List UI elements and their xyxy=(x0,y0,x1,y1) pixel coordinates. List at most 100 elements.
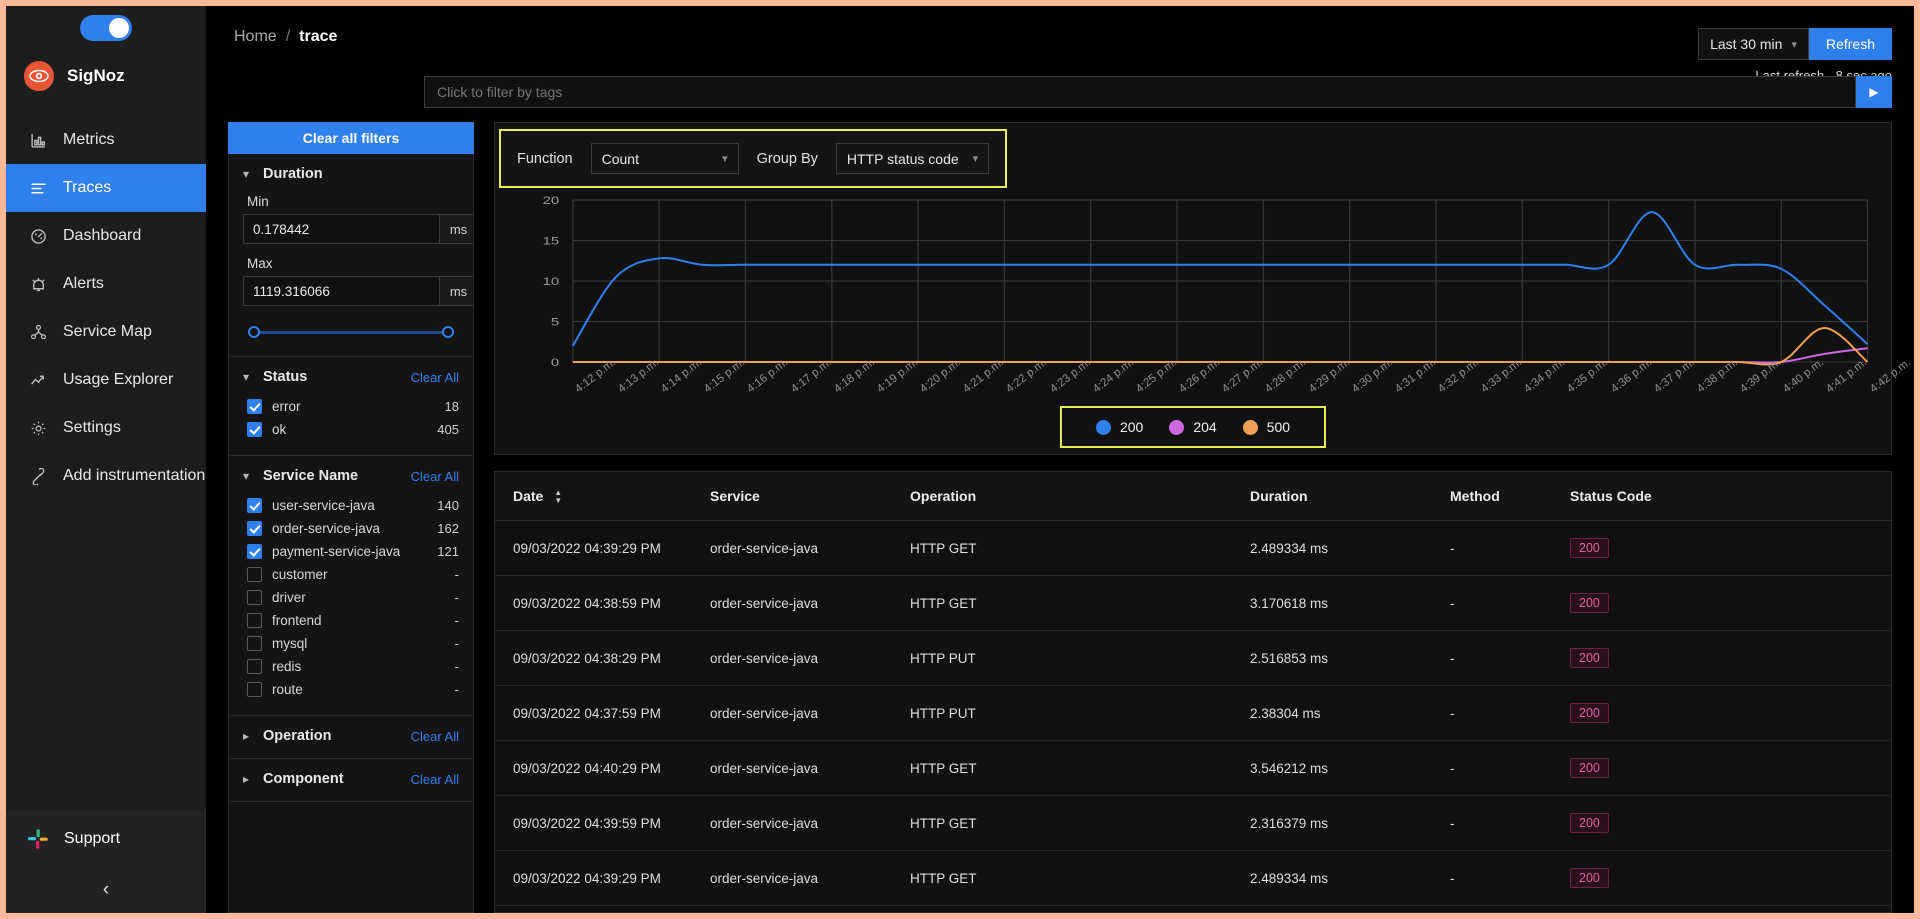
component-section-header[interactable]: ▸ Component Clear All xyxy=(243,771,459,787)
sidebar-item-service-map[interactable]: Service Map xyxy=(6,308,206,356)
checkbox[interactable] xyxy=(247,590,262,605)
filter-item-error[interactable]: error 18 xyxy=(243,395,459,418)
cell-status-code: 200 xyxy=(1570,575,1891,632)
duration-max-input[interactable] xyxy=(243,276,440,306)
column-header-status-code[interactable]: Status Code xyxy=(1570,472,1891,522)
time-range-select[interactable]: Last 30 min ▾ xyxy=(1698,28,1809,60)
sidebar-item-usage-explorer[interactable]: Usage Explorer xyxy=(6,356,206,404)
cell-operation: HTTP GET xyxy=(910,740,1250,797)
duration-min-input[interactable] xyxy=(243,214,440,244)
table-row[interactable]: 09/03/2022 04:37:59 PM order-service-java… xyxy=(495,685,1891,742)
filter-item-route[interactable]: route - xyxy=(243,678,459,701)
status-badge: 200 xyxy=(1570,758,1609,779)
chart-plot: 0 5 10 15 20 xyxy=(513,194,1873,384)
checkbox[interactable] xyxy=(247,659,262,674)
checkbox[interactable] xyxy=(247,521,262,536)
checkbox[interactable] xyxy=(247,544,262,559)
status-badge: 200 xyxy=(1570,868,1609,889)
component-clear-all-link[interactable]: Clear All xyxy=(411,772,459,787)
sort-icon[interactable]: ▲ ▼ xyxy=(554,489,562,505)
table-header-row: Date ▲ ▼ Service Operation Duration Metho… xyxy=(495,472,1891,522)
table-body: 09/03/2022 04:39:29 PM order-service-java… xyxy=(495,520,1891,907)
app-root: SigNoz Metrics Traces Dashboard Alerts S… xyxy=(6,6,1914,913)
duration-section-header[interactable]: ▾ Duration xyxy=(243,166,459,182)
filter-item-mysql[interactable]: mysql - xyxy=(243,632,459,655)
column-header-service[interactable]: Service xyxy=(710,472,910,522)
column-header-method[interactable]: Method xyxy=(1450,472,1570,522)
sidebar: SigNoz Metrics Traces Dashboard Alerts S… xyxy=(6,6,206,913)
sidebar-item-alerts[interactable]: Alerts xyxy=(6,260,206,308)
cell-method: - xyxy=(1450,850,1570,907)
service-name-clear-all-link[interactable]: Clear All xyxy=(411,469,459,484)
clear-all-filters-button[interactable]: Clear all filters xyxy=(228,122,474,154)
filter-item-customer[interactable]: customer - xyxy=(243,563,459,586)
service-name-section-header[interactable]: ▾ Service Name Clear All xyxy=(243,468,459,484)
table-row[interactable]: 09/03/2022 04:40:29 PM order-service-java… xyxy=(495,740,1891,797)
table-row[interactable]: 09/03/2022 04:38:29 PM order-service-java… xyxy=(495,630,1891,687)
table-row[interactable]: 09/03/2022 04:39:29 PM order-service-java… xyxy=(495,520,1891,577)
table-row[interactable]: 09/03/2022 04:39:59 PM order-service-java… xyxy=(495,795,1891,852)
collapse-sidebar-button[interactable]: ‹ xyxy=(6,867,206,913)
status-clear-all-link[interactable]: Clear All xyxy=(411,370,459,385)
list-icon xyxy=(28,178,48,198)
filter-item-frontend[interactable]: frontend - xyxy=(243,609,459,632)
slider-knob-max[interactable] xyxy=(442,326,454,338)
filter-panel: Clear all filters ▾ Duration Min ms Max xyxy=(228,122,474,913)
cell-date: 09/03/2022 04:40:29 PM xyxy=(495,740,710,797)
legend-color-dot xyxy=(1095,419,1111,435)
column-header-duration[interactable]: Duration xyxy=(1250,472,1450,522)
group-by-select[interactable]: HTTP status code ▾ xyxy=(835,143,990,174)
x-tick-label: 4:42 p.m. xyxy=(1867,356,1913,396)
checkbox[interactable] xyxy=(247,422,262,437)
slider-knob-min[interactable] xyxy=(248,326,260,338)
function-select[interactable]: Count ▾ xyxy=(590,143,739,174)
checkbox[interactable] xyxy=(247,567,262,582)
duration-max-row: ms xyxy=(243,276,473,306)
legend-item[interactable]: 500 xyxy=(1235,419,1298,435)
filter-item-order-service-java[interactable]: order-service-java 162 xyxy=(243,517,459,540)
legend-item[interactable]: 204 xyxy=(1161,419,1224,435)
operation-clear-all-link[interactable]: Clear All xyxy=(411,729,459,744)
filter-item-ok[interactable]: ok 405 xyxy=(243,418,459,441)
sidebar-item-metrics[interactable]: Metrics xyxy=(6,116,206,164)
sidebar-item-settings[interactable]: Settings xyxy=(6,404,206,452)
sidebar-item-dashboard[interactable]: Dashboard xyxy=(6,212,206,260)
sidebar-item-add-instrumentation[interactable]: Add instrumentation xyxy=(6,452,206,500)
checkbox[interactable] xyxy=(247,636,262,651)
duration-range-slider[interactable] xyxy=(248,322,454,342)
duration-min-label: Min xyxy=(247,194,269,209)
legend-item[interactable]: 200 xyxy=(1088,419,1151,435)
brand-name: SigNoz xyxy=(67,66,125,85)
dark-mode-toggle[interactable] xyxy=(80,15,132,41)
filter-item-redis[interactable]: redis - xyxy=(243,655,459,678)
status-badge: 200 xyxy=(1570,648,1609,669)
operation-section-header[interactable]: ▸ Operation Clear All xyxy=(243,728,459,744)
support-button[interactable]: Support xyxy=(6,811,206,867)
cell-method: - xyxy=(1450,520,1570,577)
function-label: Function xyxy=(517,150,573,167)
section-title: Duration xyxy=(263,166,323,182)
table-row[interactable]: 09/03/2022 04:39:29 PM order-service-java… xyxy=(495,850,1891,907)
checkbox[interactable] xyxy=(247,613,262,628)
checkbox[interactable] xyxy=(247,498,262,513)
filter-item-count: - xyxy=(454,636,459,651)
refresh-button[interactable]: Refresh xyxy=(1808,28,1892,60)
tag-filter-submit-button[interactable]: ▶ xyxy=(1856,76,1892,108)
column-header-date[interactable]: Date ▲ ▼ xyxy=(495,472,710,522)
column-header-operation[interactable]: Operation xyxy=(910,472,1250,522)
filter-item-payment-service-java[interactable]: payment-service-java 121 xyxy=(243,540,459,563)
status-section-header[interactable]: ▾ Status Clear All xyxy=(243,369,459,385)
filter-item-user-service-java[interactable]: user-service-java 140 xyxy=(243,494,459,517)
filter-item-driver[interactable]: driver - xyxy=(243,586,459,609)
table-row[interactable]: 09/03/2022 04:38:59 PM order-service-java… xyxy=(495,575,1891,632)
sidebar-item-label: Traces xyxy=(63,179,112,196)
breadcrumb-home[interactable]: Home xyxy=(234,28,277,46)
tag-filter-input[interactable] xyxy=(424,76,1856,108)
filter-item-count: - xyxy=(454,567,459,582)
cell-operation: HTTP GET xyxy=(910,520,1250,577)
cell-method: - xyxy=(1450,795,1570,852)
checkbox[interactable] xyxy=(247,399,262,414)
cell-operation: HTTP GET xyxy=(910,850,1250,907)
checkbox[interactable] xyxy=(247,682,262,697)
sidebar-item-traces[interactable]: Traces xyxy=(6,164,206,212)
